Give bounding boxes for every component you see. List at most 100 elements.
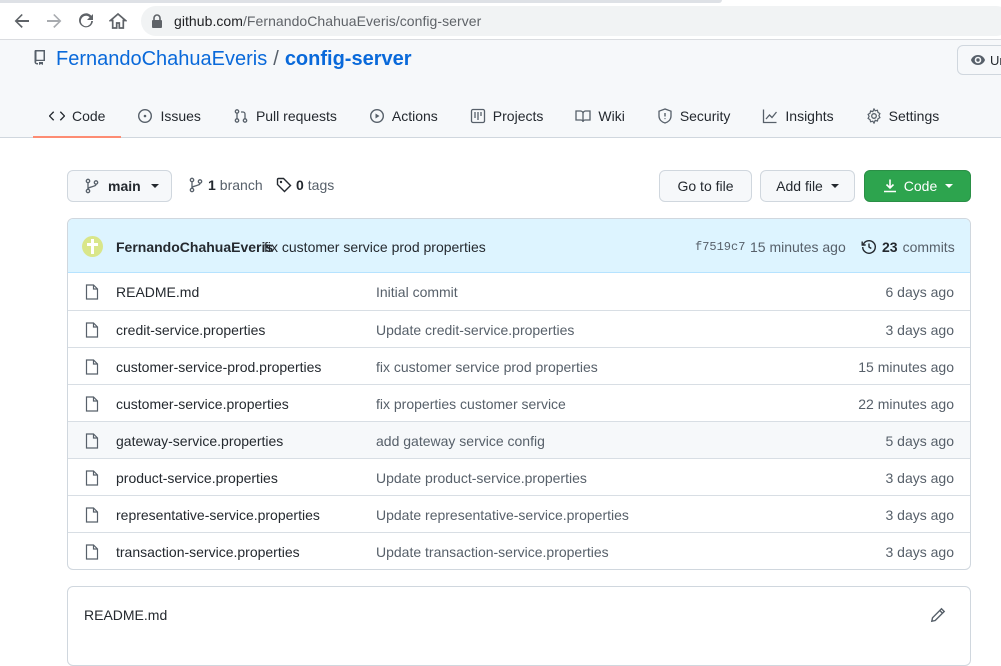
tab-issues[interactable]: Issues xyxy=(121,93,216,138)
pull-request-icon xyxy=(234,108,248,123)
arrow-left-icon xyxy=(14,14,29,28)
tab-security[interactable]: Security xyxy=(641,93,747,138)
file-commit-link[interactable]: Initial commit xyxy=(376,284,458,300)
pencil-icon[interactable] xyxy=(930,607,946,623)
file-commit-link[interactable]: Update representative-service.properties xyxy=(376,507,629,523)
tab-label: Pull requests xyxy=(255,107,337,124)
latest-commit-bar: FernandoChahuaEveris fix customer servic… xyxy=(68,219,970,273)
file-name-link[interactable]: README.md xyxy=(116,284,199,300)
branch-count-value: 1 xyxy=(208,177,216,193)
commit-time: 15 minutes ago xyxy=(750,239,846,255)
tab-code[interactable]: Code xyxy=(33,93,122,138)
file-icon xyxy=(85,359,99,375)
tab-label: Code xyxy=(72,107,106,124)
file-commit-link[interactable]: Update product-service.properties xyxy=(376,470,587,486)
commit-author-link[interactable]: FernandoChahuaEveris xyxy=(116,239,273,255)
repo-title-separator: / xyxy=(273,48,279,70)
file-name-link[interactable]: gateway-service.properties xyxy=(116,433,283,449)
file-list: README.md Initial commit 6 days ago cred… xyxy=(68,274,970,569)
tab-projects[interactable]: Projects xyxy=(454,93,560,138)
graph-icon xyxy=(763,109,778,123)
home-icon xyxy=(109,12,127,29)
commit-message-link[interactable]: fix customer service prod properties xyxy=(264,239,486,255)
file-row[interactable]: gateway-service.properties add gateway s… xyxy=(68,421,970,458)
tag-count-value: 0 xyxy=(296,177,304,193)
file-browser: FernandoChahuaEveris fix customer servic… xyxy=(67,218,971,570)
branches-link[interactable]: 1 branch xyxy=(188,177,263,193)
file-name-link[interactable]: transaction-service.properties xyxy=(116,544,300,560)
tab-strip xyxy=(0,0,722,3)
download-icon xyxy=(883,179,896,193)
file-name-link[interactable]: customer-service.properties xyxy=(116,396,289,412)
file-commit-link[interactable]: Update credit-service.properties xyxy=(376,322,574,338)
tab-label: Actions xyxy=(391,107,438,124)
commits-history-link[interactable]: 23 commits xyxy=(861,239,955,255)
eye-icon xyxy=(971,55,985,65)
lock-icon xyxy=(152,14,162,28)
chevron-down-icon xyxy=(945,184,954,188)
commit-sha-link[interactable]: f7519c7 xyxy=(695,240,745,254)
file-commit-link[interactable]: add gateway service config xyxy=(376,433,545,449)
tab-insights[interactable]: Insights xyxy=(746,93,849,138)
add-file-button[interactable]: Add file xyxy=(760,170,855,202)
file-icon xyxy=(85,433,99,449)
file-row[interactable]: transaction-service.properties Update tr… xyxy=(68,532,970,569)
file-icon xyxy=(85,396,99,412)
tag-count-label: tags xyxy=(307,177,335,193)
shield-icon xyxy=(658,107,672,124)
file-name-link[interactable]: product-service.properties xyxy=(116,470,278,486)
file-commit-link[interactable]: fix customer service prod properties xyxy=(376,359,598,375)
home-button[interactable] xyxy=(106,9,130,33)
repo-nav: Code Issues Pull requests Actions Projec… xyxy=(33,93,955,138)
add-file-label: Add file xyxy=(776,178,823,194)
book-icon xyxy=(575,109,592,122)
tab-settings[interactable]: Settings xyxy=(850,93,956,138)
arrow-right-icon xyxy=(47,14,62,28)
file-row[interactable]: README.md Initial commit 6 days ago xyxy=(68,274,970,310)
file-name-link[interactable]: representative-service.properties xyxy=(116,507,320,523)
chevron-down-icon xyxy=(150,184,159,188)
file-age: 3 days ago xyxy=(885,470,955,486)
tab-actions[interactable]: Actions xyxy=(353,93,454,138)
file-row[interactable]: customer-service-prod.properties fix cus… xyxy=(68,347,970,384)
branch-select-button[interactable]: main xyxy=(67,170,172,202)
file-icon xyxy=(85,470,99,486)
file-commit-link[interactable]: Update transaction-service.properties xyxy=(376,544,609,560)
repo-header: FernandoChahuaEveris / config-server Ur Co… xyxy=(0,40,1001,138)
watch-label: Ur xyxy=(990,52,1001,68)
file-age: 6 days ago xyxy=(885,284,955,300)
file-age: 3 days ago xyxy=(885,507,955,523)
file-row[interactable]: representative-service.properties Update… xyxy=(68,495,970,532)
repo-owner-link[interactable]: FernandoChahuaEveris xyxy=(56,48,267,70)
back-button[interactable] xyxy=(10,9,34,33)
tab-wiki[interactable]: Wiki xyxy=(559,93,640,138)
tags-link[interactable]: 0 tags xyxy=(276,177,334,193)
reload-icon xyxy=(79,13,93,28)
tab-label: Issues xyxy=(160,107,201,124)
file-age: 3 days ago xyxy=(885,322,955,338)
file-commit-link[interactable]: fix properties customer service xyxy=(376,396,566,412)
file-row[interactable]: customer-service.properties fix properti… xyxy=(68,384,970,421)
tag-icon xyxy=(276,177,292,193)
file-row[interactable]: product-service.properties Update produc… xyxy=(68,458,970,495)
file-row[interactable]: credit-service.properties Update credit-… xyxy=(68,310,970,347)
branch-count-label: branch xyxy=(219,177,263,193)
file-name-link[interactable]: customer-service-prod.properties xyxy=(116,359,321,375)
readme-panel: README.md xyxy=(67,586,971,666)
branch-icon xyxy=(85,178,99,194)
watch-button[interactable]: Ur xyxy=(957,45,1001,75)
go-to-file-button[interactable]: Go to file xyxy=(659,170,752,202)
tab-pull-requests[interactable]: Pull requests xyxy=(217,93,353,138)
readme-title: README.md xyxy=(84,607,168,623)
address-bar[interactable]: github.com/FernandoChahuaEveris/config-s… xyxy=(141,6,1001,36)
repo-icon xyxy=(34,50,45,65)
file-age: 5 days ago xyxy=(885,433,955,449)
repo-name-link[interactable]: config-server xyxy=(285,48,412,70)
reload-button[interactable] xyxy=(74,9,98,33)
code-download-button[interactable]: Code xyxy=(864,170,971,202)
tab-label: Settings xyxy=(888,107,940,124)
go-to-file-label: Go to file xyxy=(677,178,734,194)
avatar[interactable] xyxy=(82,236,103,257)
forward-button[interactable] xyxy=(42,9,66,33)
file-name-link[interactable]: credit-service.properties xyxy=(116,322,265,338)
